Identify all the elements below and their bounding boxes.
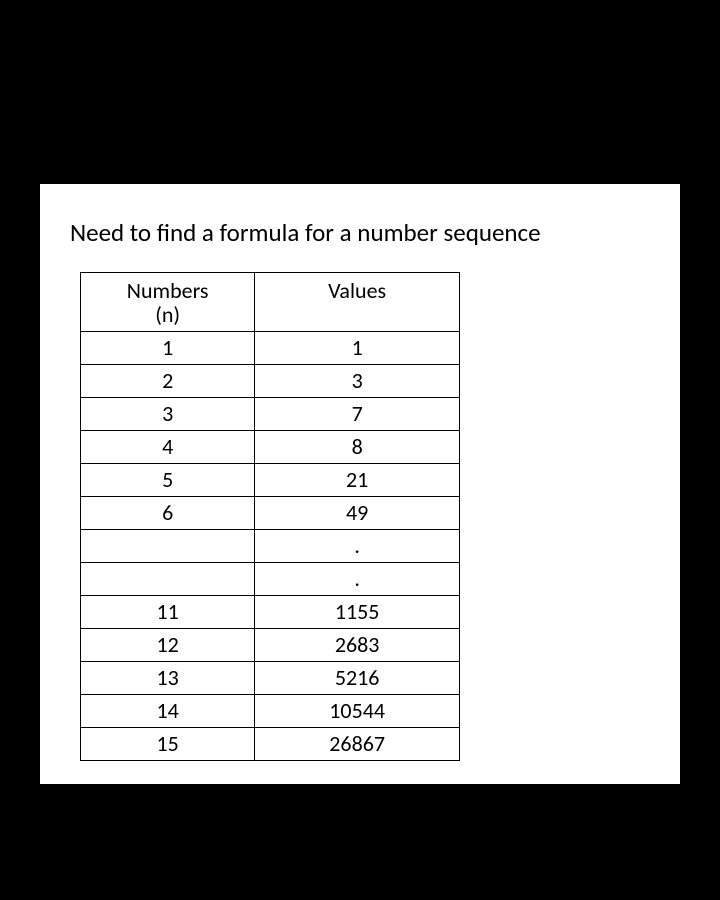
cell-v: 8 bbox=[255, 431, 460, 464]
table-row: 13 5216 bbox=[81, 662, 460, 695]
cell-v: . bbox=[255, 530, 460, 563]
cell-v: 49 bbox=[255, 497, 460, 530]
header-values-label: Values bbox=[328, 277, 386, 304]
cell-n: 11 bbox=[81, 596, 255, 629]
cell-n: 6 bbox=[81, 497, 255, 530]
cell-v: 10544 bbox=[255, 695, 460, 728]
cell-n: 13 bbox=[81, 662, 255, 695]
cell-v: 1 bbox=[255, 332, 460, 365]
document-page: Need to find a formula for a number sequ… bbox=[40, 184, 680, 784]
table-row: 5 21 bbox=[81, 464, 460, 497]
cell-n: 2 bbox=[81, 365, 255, 398]
cell-v: 26867 bbox=[255, 728, 460, 761]
cell-v: 7 bbox=[255, 398, 460, 431]
header-numbers-label-line1: Numbers bbox=[127, 277, 209, 304]
table-row: 3 7 bbox=[81, 398, 460, 431]
table-row: 2 3 bbox=[81, 365, 460, 398]
cell-n: 3 bbox=[81, 398, 255, 431]
table-header-numbers: Numbers (n) bbox=[81, 273, 255, 332]
table-row: . bbox=[81, 530, 460, 563]
table-row: 14 10544 bbox=[81, 695, 460, 728]
cell-v: 3 bbox=[255, 365, 460, 398]
table-row: 4 8 bbox=[81, 431, 460, 464]
table-row: 1 1 bbox=[81, 332, 460, 365]
cell-n: 14 bbox=[81, 695, 255, 728]
table-header-values: Values bbox=[255, 273, 460, 332]
cell-n bbox=[81, 530, 255, 563]
table-row: 12 2683 bbox=[81, 629, 460, 662]
cell-v: 1155 bbox=[255, 596, 460, 629]
sequence-table: Numbers (n) Values 1 1 2 3 3 7 bbox=[80, 272, 460, 761]
cell-v: 21 bbox=[255, 464, 460, 497]
table-row: 15 26867 bbox=[81, 728, 460, 761]
cell-n bbox=[81, 563, 255, 596]
cell-n: 15 bbox=[81, 728, 255, 761]
header-numbers-label-line2: (n) bbox=[155, 301, 180, 328]
cell-v: . bbox=[255, 563, 460, 596]
cell-n: 1 bbox=[81, 332, 255, 365]
table-row: 11 1155 bbox=[81, 596, 460, 629]
cell-n: 12 bbox=[81, 629, 255, 662]
page-title: Need to find a formula for a number sequ… bbox=[70, 218, 650, 248]
table-header-row: Numbers (n) Values bbox=[81, 273, 460, 332]
cell-v: 5216 bbox=[255, 662, 460, 695]
cell-n: 5 bbox=[81, 464, 255, 497]
table-row: 6 49 bbox=[81, 497, 460, 530]
table-row: . bbox=[81, 563, 460, 596]
cell-n: 4 bbox=[81, 431, 255, 464]
table-body: 1 1 2 3 3 7 4 8 5 21 6 49 bbox=[81, 332, 460, 761]
cell-v: 2683 bbox=[255, 629, 460, 662]
